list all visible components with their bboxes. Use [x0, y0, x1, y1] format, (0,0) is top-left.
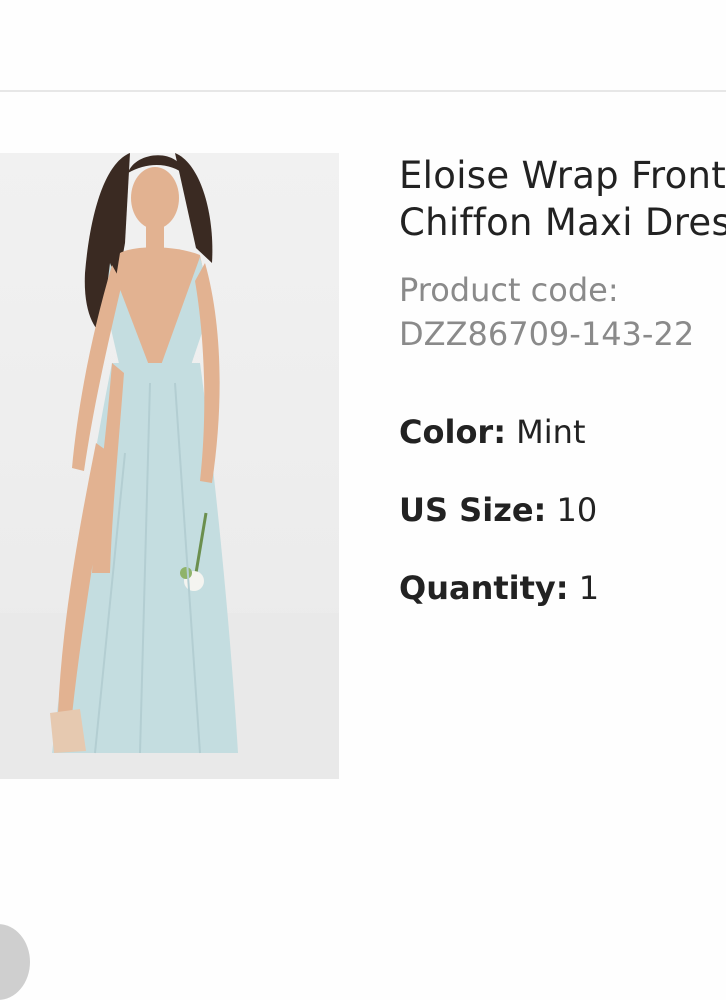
size-label: US Size:	[399, 491, 547, 529]
product-title-line-1: Eloise Wrap Front	[399, 154, 726, 197]
product-code: Product code: DZZ86709-143-22	[399, 268, 726, 356]
color-label: Color:	[399, 413, 506, 451]
quantity-value: 1	[578, 569, 600, 607]
product-code-value: DZZ86709-143-22	[399, 315, 695, 353]
circle-button-icon[interactable]	[0, 924, 30, 1000]
size-value: 10	[556, 491, 598, 529]
size-attribute: US Size: 10	[399, 490, 726, 530]
color-attribute: Color: Mint	[399, 412, 726, 452]
product-title-line-2: Chiffon Maxi Dress	[399, 201, 726, 244]
product-code-label: Product code:	[399, 271, 619, 309]
product-image[interactable]	[0, 153, 339, 779]
color-value: Mint	[516, 413, 586, 451]
quantity-label: Quantity:	[399, 569, 569, 607]
dress-illustration	[0, 153, 339, 779]
order-item-page: Eloise Wrap Front Chiffon Maxi Dress Pro…	[0, 0, 726, 1000]
header-divider	[0, 90, 726, 92]
quantity-attribute: Quantity: 1	[399, 568, 726, 608]
product-details: Eloise Wrap Front Chiffon Maxi Dress Pro…	[399, 152, 726, 608]
product-title[interactable]: Eloise Wrap Front Chiffon Maxi Dress	[399, 152, 726, 246]
